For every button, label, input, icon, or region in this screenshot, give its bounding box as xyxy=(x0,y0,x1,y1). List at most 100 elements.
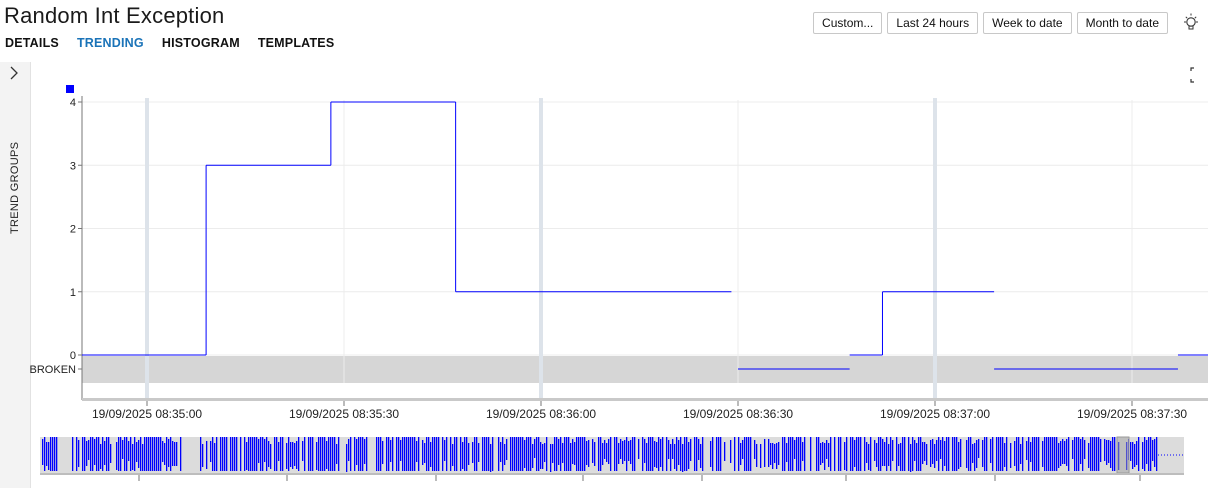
density-bar xyxy=(594,442,596,466)
density-bar xyxy=(900,443,902,471)
density-bar xyxy=(500,442,502,462)
density-bar xyxy=(532,444,534,468)
density-bar xyxy=(220,437,222,471)
density-bar xyxy=(90,437,92,471)
density-bar xyxy=(966,440,968,468)
density-bar xyxy=(910,444,912,472)
density-bar xyxy=(1026,441,1028,460)
density-bar xyxy=(970,437,972,471)
density-bar xyxy=(784,437,786,471)
density-bar xyxy=(974,443,976,471)
density-bar xyxy=(802,442,804,461)
density-bar xyxy=(940,440,942,459)
density-bar xyxy=(684,437,686,471)
density-bar xyxy=(794,440,796,459)
density-bar xyxy=(876,443,878,467)
density-bar xyxy=(286,443,288,469)
density-bar xyxy=(1150,437,1152,471)
density-bar xyxy=(326,441,328,469)
density-bar xyxy=(386,437,388,471)
density-bar xyxy=(202,444,204,467)
density-bar xyxy=(1018,437,1020,471)
density-bar xyxy=(760,444,762,468)
density-bar xyxy=(120,437,122,471)
density-bar xyxy=(1112,437,1114,471)
density-bar xyxy=(346,444,348,472)
density-bar xyxy=(574,442,576,465)
density-bar xyxy=(682,444,684,472)
density-bar xyxy=(840,437,842,471)
density-bar xyxy=(826,440,828,459)
density-bar xyxy=(1096,437,1098,471)
density-bar xyxy=(156,437,158,471)
density-bar xyxy=(902,437,904,471)
density-bar xyxy=(644,439,646,463)
density-bar xyxy=(852,437,854,471)
density-bar xyxy=(552,444,554,463)
density-bar xyxy=(244,437,246,471)
density-bar xyxy=(556,437,558,471)
density-bar xyxy=(538,437,540,471)
density-bar xyxy=(104,441,106,465)
density-bar xyxy=(1132,442,1134,469)
density-bar xyxy=(254,437,256,471)
density-bar xyxy=(870,437,872,471)
density-bar xyxy=(472,442,474,463)
density-bar xyxy=(560,437,562,471)
density-bar xyxy=(84,437,86,471)
density-bar xyxy=(142,444,144,471)
density-bar xyxy=(838,437,840,471)
density-bar xyxy=(804,437,806,471)
density-bar xyxy=(460,437,462,471)
density-bar xyxy=(616,437,618,471)
density-bar xyxy=(332,437,334,471)
density-bar xyxy=(720,437,722,471)
density-bar xyxy=(266,437,268,471)
range-selector-handle[interactable] xyxy=(1116,436,1130,474)
density-bar xyxy=(158,437,160,471)
density-bar xyxy=(518,437,520,471)
density-bar xyxy=(404,437,406,471)
density-bar xyxy=(1108,440,1110,463)
density-bar xyxy=(280,437,282,471)
density-bar xyxy=(642,437,644,471)
density-bar xyxy=(578,437,580,471)
density-bar xyxy=(50,437,52,471)
density-bar xyxy=(554,437,556,471)
density-bar xyxy=(698,439,700,460)
density-bar xyxy=(888,444,890,466)
density-bar xyxy=(702,437,704,471)
density-bar xyxy=(624,440,626,461)
density-bar xyxy=(298,437,300,471)
density-bar xyxy=(1062,439,1064,464)
density-bar xyxy=(1094,437,1096,471)
density-bar xyxy=(598,437,600,471)
density-bar xyxy=(924,442,926,461)
density-bar xyxy=(860,437,862,471)
density-bar xyxy=(392,437,394,471)
density-bar xyxy=(530,437,532,471)
density-bar xyxy=(234,437,236,471)
density-bar xyxy=(48,442,50,470)
density-bar xyxy=(608,439,610,464)
density-bar xyxy=(580,437,582,471)
density-bar xyxy=(822,442,824,463)
density-bar xyxy=(1156,437,1158,471)
overview-navigator[interactable] xyxy=(0,0,1208,488)
density-bar xyxy=(1032,437,1034,471)
density-bar xyxy=(576,437,578,471)
density-bar xyxy=(1014,441,1016,466)
density-bar xyxy=(1022,437,1024,471)
density-bar xyxy=(1046,437,1048,471)
density-bar xyxy=(672,439,674,459)
density-bar xyxy=(1030,442,1032,462)
density-bar xyxy=(94,439,96,465)
density-bar xyxy=(846,437,848,471)
density-bar xyxy=(946,437,948,471)
density-bar xyxy=(128,441,130,461)
density-bar xyxy=(1036,437,1038,471)
density-bar xyxy=(968,437,970,471)
density-bar xyxy=(1016,437,1018,471)
density-bar xyxy=(358,437,360,471)
density-bar xyxy=(390,440,392,462)
